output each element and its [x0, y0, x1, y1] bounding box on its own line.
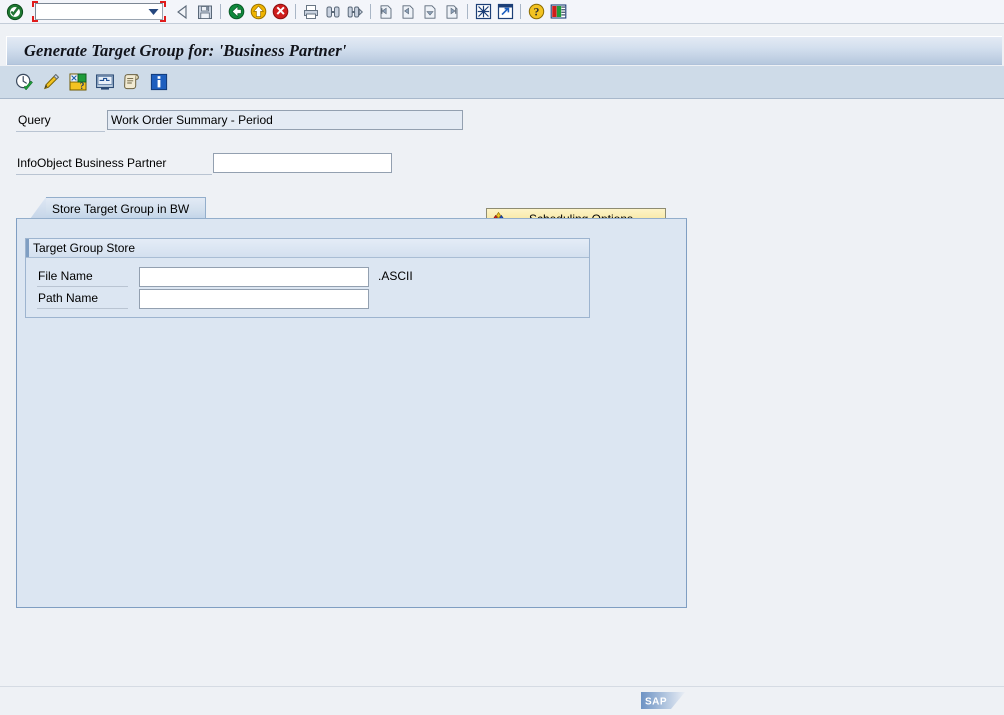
svg-text:?: ?	[80, 82, 85, 92]
stop-icon[interactable]	[270, 2, 290, 22]
command-field-wrapper[interactable]	[32, 1, 166, 22]
cancel-up-icon[interactable]	[248, 2, 268, 22]
save-icon[interactable]	[195, 2, 215, 22]
command-input[interactable]	[37, 4, 145, 19]
toolbar-separator	[220, 4, 221, 19]
create-shortcut-icon[interactable]	[495, 2, 515, 22]
tab-slant-edge	[30, 197, 46, 219]
previous-page-icon[interactable]	[398, 2, 418, 22]
status-bar: SAP	[0, 686, 1004, 715]
application-toolbar: ?	[0, 66, 1004, 99]
file-name-label: File Name	[38, 269, 93, 283]
file-name-input[interactable]	[140, 268, 368, 286]
group-title-bar: Target Group Store	[26, 239, 589, 258]
file-name-row: File Name .ASCII	[26, 267, 589, 287]
enter-check-icon[interactable]	[5, 2, 25, 22]
query-row: Query	[0, 110, 1004, 132]
svg-text:SAP: SAP	[645, 696, 667, 707]
tab-panel: Target Group Store File Name .ASCII Path…	[16, 218, 687, 608]
exit-icon[interactable]	[226, 2, 246, 22]
toolbar-separator	[370, 4, 371, 19]
query-definition-icon[interactable]: ?	[67, 71, 89, 93]
file-name-suffix: .ASCII	[378, 269, 413, 283]
page-title: Generate Target Group for: 'Business Par…	[7, 41, 346, 61]
path-name-field[interactable]	[139, 289, 369, 309]
query-input[interactable]	[108, 111, 462, 129]
edit-pencil-icon[interactable]	[40, 71, 62, 93]
back-icon[interactable]	[173, 2, 193, 22]
window-title-bar: Generate Target Group for: 'Business Par…	[6, 36, 1002, 65]
query-label: Query	[18, 113, 51, 127]
help-icon[interactable]: ?	[526, 2, 546, 22]
log-scroll-icon[interactable]	[121, 71, 143, 93]
path-name-label-underline	[37, 308, 128, 309]
target-group-store-group: Target Group Store File Name .ASCII Path…	[25, 238, 590, 318]
create-session-icon[interactable]	[473, 2, 493, 22]
group-body: File Name .ASCII Path Name	[26, 258, 589, 318]
chevron-down-icon[interactable]	[145, 4, 161, 19]
find-icon[interactable]	[323, 2, 343, 22]
query-label-underline	[16, 131, 105, 132]
tab-label: Store Target Group in BW	[52, 202, 189, 216]
toolbar-separator	[467, 4, 468, 19]
print-icon[interactable]	[301, 2, 321, 22]
next-page-icon[interactable]	[420, 2, 440, 22]
query-field[interactable]	[107, 110, 463, 130]
path-name-input[interactable]	[140, 290, 368, 308]
display-screen-icon[interactable]	[94, 71, 116, 93]
toolbar-separator	[520, 4, 521, 19]
system-toolbar: ?	[0, 0, 1004, 24]
info-icon[interactable]	[148, 71, 170, 93]
toolbar-separator	[295, 4, 296, 19]
infoobject-label: InfoObject Business Partner	[17, 156, 166, 170]
sap-logo: SAP	[641, 692, 685, 709]
infoobject-row: InfoObject Business Partner	[0, 153, 1004, 175]
last-page-icon[interactable]	[442, 2, 462, 22]
find-next-icon[interactable]	[345, 2, 365, 22]
execute-clock-icon[interactable]	[13, 71, 35, 93]
infoobject-field[interactable]	[213, 153, 392, 173]
tab-store-target-group-in-bw[interactable]: Store Target Group in BW	[30, 197, 206, 219]
file-name-label-underline	[37, 286, 128, 287]
file-name-field[interactable]	[139, 267, 369, 287]
first-page-icon[interactable]	[376, 2, 396, 22]
path-name-row: Path Name	[26, 289, 589, 309]
infoobject-input[interactable]	[214, 154, 391, 172]
tabstrip: Store Target Group in BW Target Group St…	[16, 197, 688, 709]
group-title-label: Target Group Store	[33, 241, 135, 255]
svg-text:?: ?	[533, 7, 539, 19]
tab-row: Store Target Group in BW	[16, 197, 688, 219]
main-content: Query Scheduling Options InfoObject Busi…	[0, 100, 1004, 686]
customize-layout-icon[interactable]	[548, 2, 568, 22]
infoobject-label-underline	[16, 174, 212, 175]
path-name-label: Path Name	[38, 291, 98, 305]
